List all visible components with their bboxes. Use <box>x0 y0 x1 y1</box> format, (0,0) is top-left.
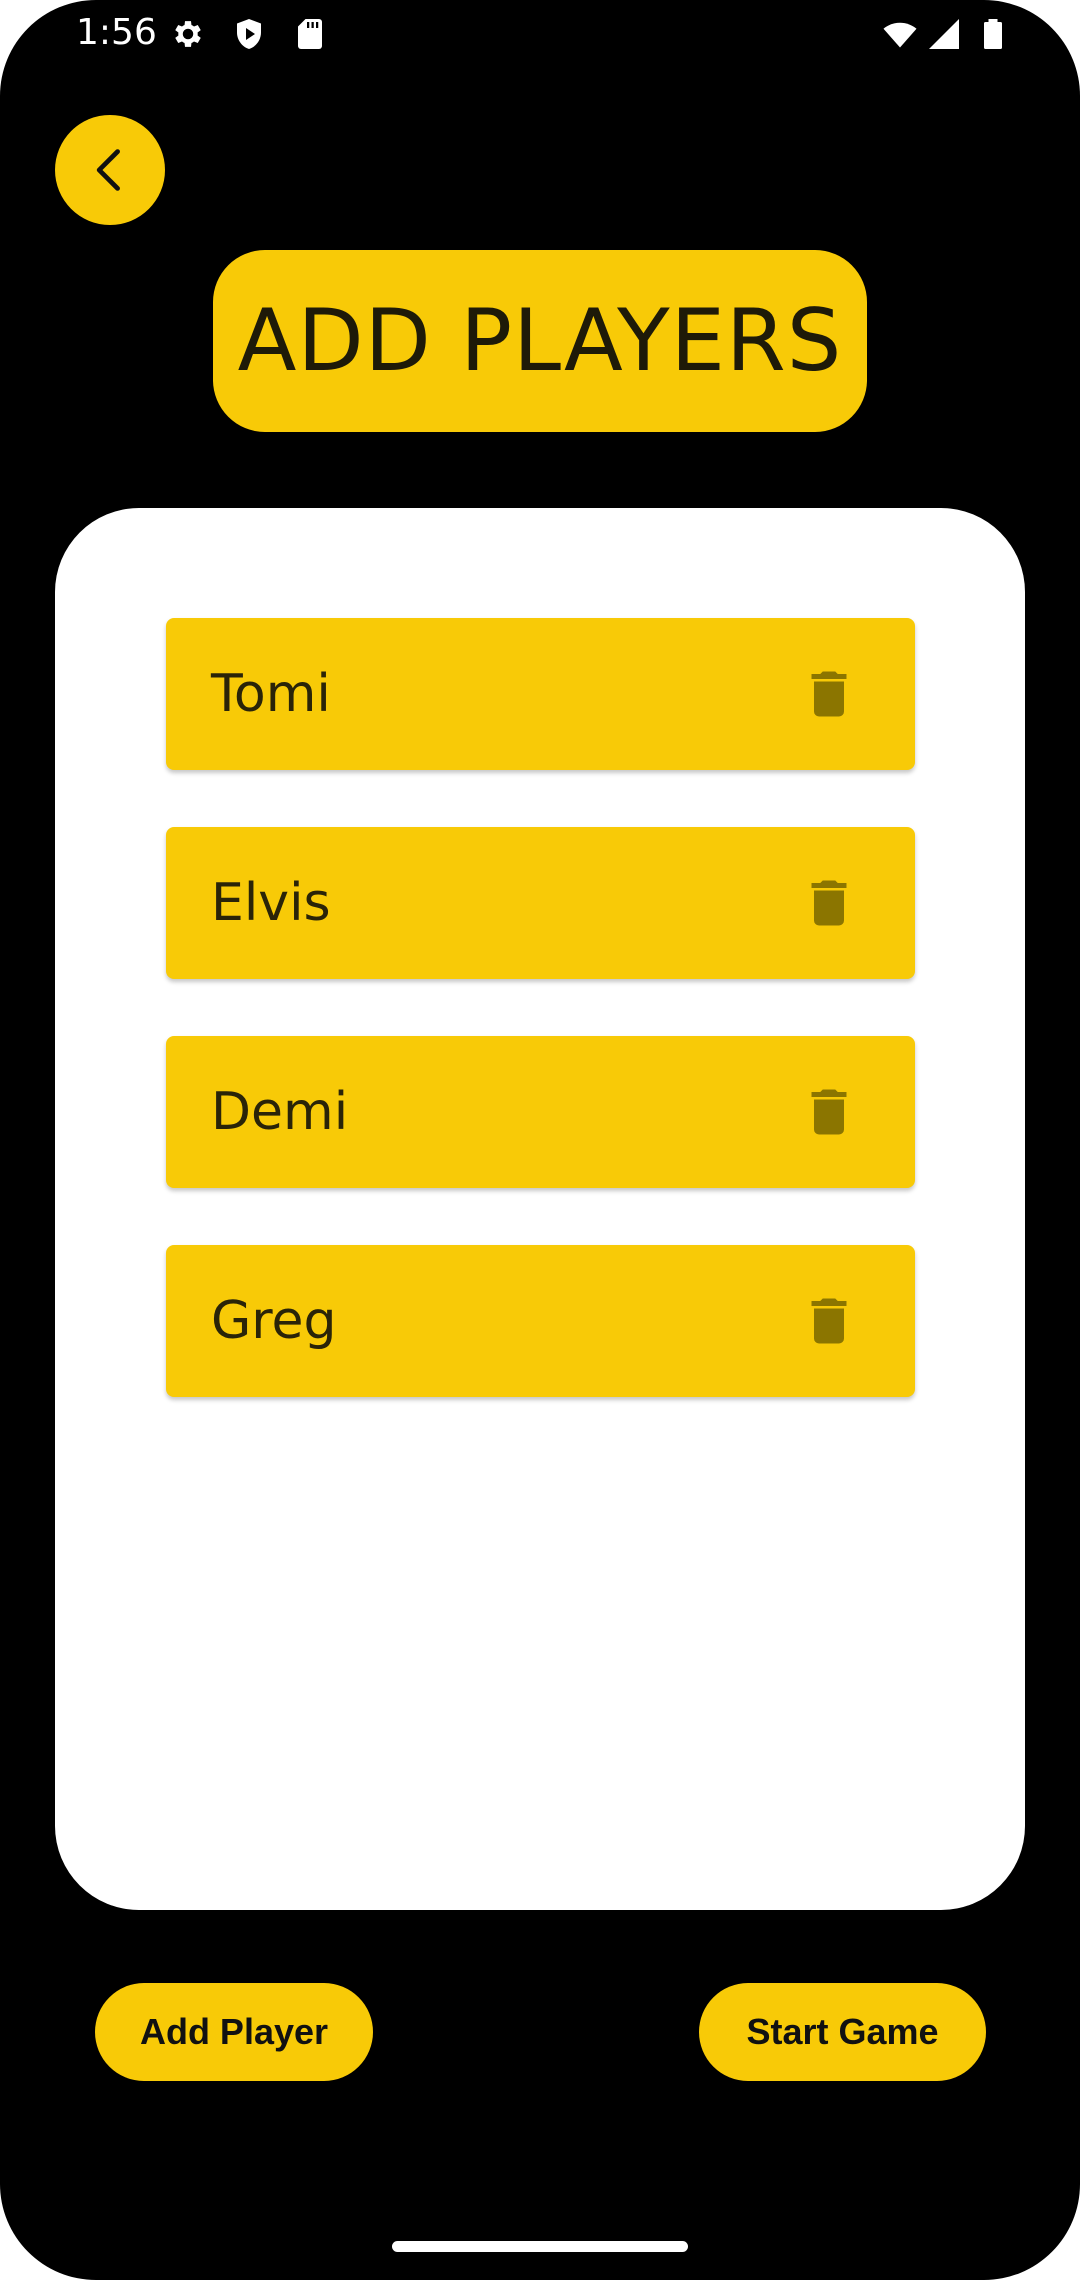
trash-icon <box>811 1089 847 1135</box>
player-row[interactable]: Tomi <box>166 618 915 770</box>
player-row[interactable]: Greg <box>166 1245 915 1397</box>
trash-icon <box>811 671 847 717</box>
chevron-left-icon <box>96 149 120 191</box>
gear-icon <box>170 16 206 52</box>
signal-icon <box>926 16 962 52</box>
status-time: 1:56 <box>76 12 157 53</box>
wifi-icon <box>882 16 918 52</box>
delete-player-button[interactable] <box>799 1082 859 1142</box>
trash-icon <box>811 880 847 926</box>
page-title: ADD PLAYERS <box>237 291 843 391</box>
player-name: Tomi <box>211 664 331 724</box>
player-row[interactable]: Elvis <box>166 827 915 979</box>
delete-player-button[interactable] <box>799 664 859 724</box>
delete-player-button[interactable] <box>799 873 859 933</box>
page-title-box: ADD PLAYERS <box>213 250 867 432</box>
player-list-card: Tomi Elvis Demi Greg <box>55 508 1025 1910</box>
trash-icon <box>811 1298 847 1344</box>
player-name: Demi <box>211 1082 349 1142</box>
player-name: Greg <box>211 1291 337 1351</box>
add-player-button[interactable]: Add Player <box>95 1983 373 2081</box>
delete-player-button[interactable] <box>799 1291 859 1351</box>
player-row[interactable]: Demi <box>166 1036 915 1188</box>
status-bar: 1:56 <box>0 0 1080 70</box>
home-indicator[interactable] <box>392 2241 688 2252</box>
battery-icon <box>975 16 1011 52</box>
screen: 1:56 ADD PLAYERS Tomi Elvis Demi Greg Ad… <box>0 0 1080 2280</box>
sd-card-icon <box>292 16 328 52</box>
player-name: Elvis <box>211 873 331 933</box>
back-button[interactable] <box>55 115 165 225</box>
start-game-button[interactable]: Start Game <box>699 1983 986 2081</box>
play-protect-icon <box>231 16 267 52</box>
